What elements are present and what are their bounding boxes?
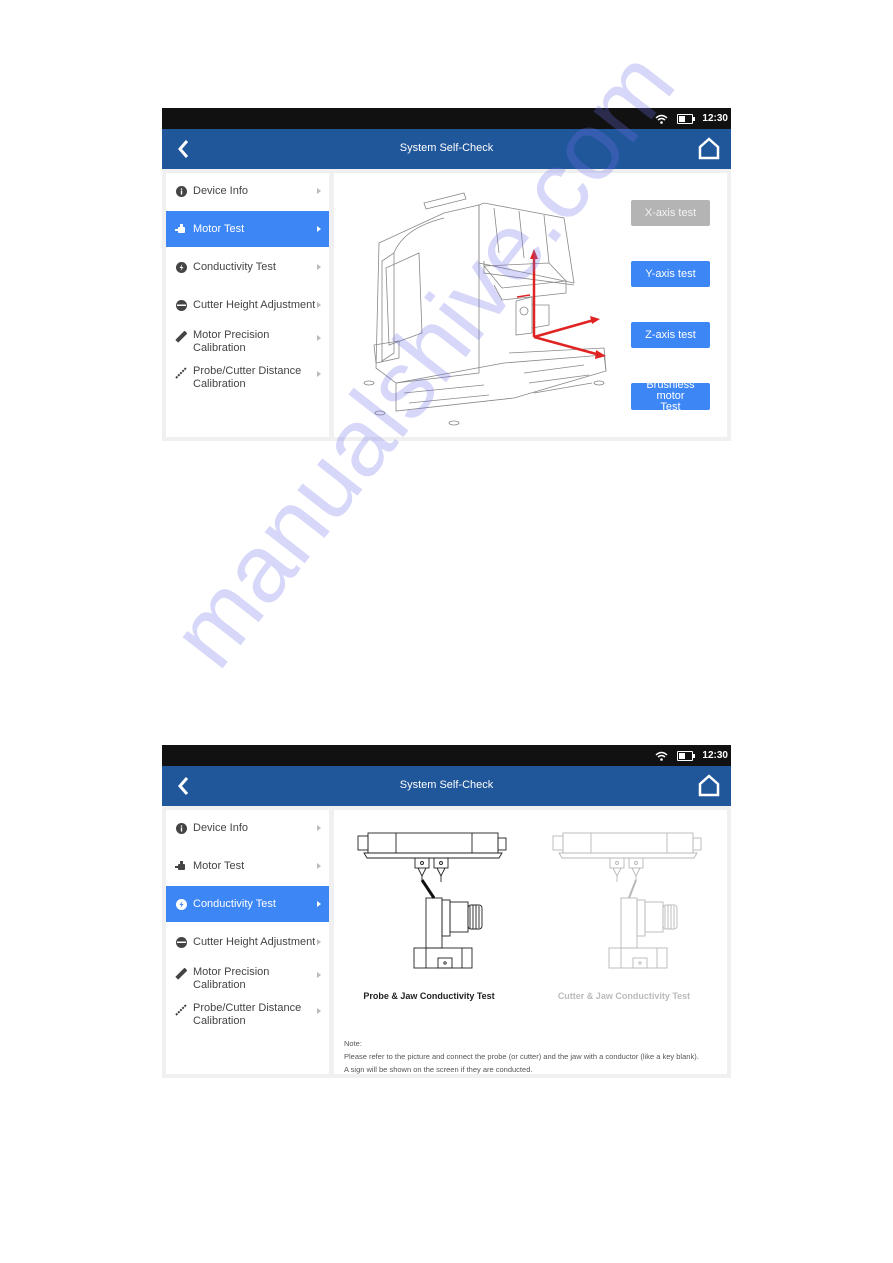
chevron-right-icon (317, 863, 321, 869)
note-line-1: Please refer to the picture and connect … (344, 1052, 699, 1061)
home-icon (698, 137, 720, 160)
motor-test-panel: X-axis test Y-axis test Z-axis test Brus… (334, 173, 727, 437)
x-axis-arrow (533, 335, 601, 357)
chevron-right-icon (317, 901, 321, 907)
sidebar-item-label: Conductivity Test (193, 260, 276, 273)
ruler-icon (175, 968, 187, 980)
motor-icon (175, 223, 187, 235)
sidebar-item-label: Cutter Height Adjustment (193, 935, 315, 948)
chevron-right-icon (317, 972, 321, 978)
sidebar-item-cutter-height-adjustment[interactable]: Cutter Height Adjustment (166, 924, 329, 960)
sidebar-item-label: Device Info (193, 821, 249, 834)
conductivity-test-panel: Probe & Jaw Conductivity Test Cutter & J… (334, 810, 727, 1074)
home-button[interactable] (697, 135, 721, 161)
sidebar-item-motor-precision-calibration[interactable]: Motor Precision Calibration (166, 325, 329, 363)
machine-window (385, 252, 423, 346)
chevron-right-icon (317, 335, 321, 341)
cutter-icon (175, 299, 187, 311)
chevron-right-icon (317, 188, 321, 194)
button-label: Brushless motor Test (646, 379, 695, 413)
page-title: System Self-Check (399, 779, 494, 791)
sidebar-item-cutter-height-adjustment[interactable]: Cutter Height Adjustment (166, 287, 329, 323)
sidebar-item-label: Probe/Cutter Distance Calibration (193, 1002, 302, 1027)
sidebar-item-label: Motor Test (193, 859, 245, 872)
info-icon (175, 185, 187, 197)
note-line-2: A sign will be shown on the screen if th… (344, 1065, 533, 1074)
machine-hood (478, 202, 575, 284)
conductivity-icon (175, 261, 187, 273)
sidebar-item-device-info[interactable]: Device Info (166, 810, 329, 846)
motor-test-screen: 12:30 System Self-Check Device Info Moto… (162, 108, 731, 441)
status-time: 12:30 (702, 113, 728, 124)
sidebar-item-label: Conductivity Test (193, 897, 276, 910)
wifi-icon (655, 114, 668, 124)
chevron-right-icon (317, 371, 321, 377)
page-title: System Self-Check (399, 142, 494, 154)
brushless-motor-test-button[interactable]: Brushless motor Test (631, 379, 710, 413)
rotation-arrow (516, 294, 531, 298)
battery-icon (677, 113, 696, 124)
chevron-right-icon (317, 264, 321, 270)
cutter-jaw-caption: Cutter & Jaw Conductivity Test (557, 991, 691, 1001)
home-button[interactable] (697, 772, 721, 798)
jaw-block (515, 296, 533, 336)
probe-jaw-illustration (357, 832, 507, 969)
probe-icon (175, 1004, 187, 1016)
chevron-right-icon (317, 939, 321, 945)
cutter-jaw-test-option[interactable]: Cutter & Jaw Conductivity Test (539, 818, 719, 1008)
cutter-jaw-illustration (552, 832, 702, 969)
status-bar: 12:30 (162, 745, 731, 766)
app-header: System Self-Check (162, 766, 731, 806)
sidebar-item-label: Device Info (193, 184, 249, 197)
conductivity-icon (175, 898, 187, 910)
sidebar-item-motor-test[interactable]: Motor Test (166, 211, 329, 247)
sidebar-item-label: Motor Test (193, 222, 245, 235)
sidebar-item-motor-precision-calibration[interactable]: Motor Precision Calibration (166, 962, 329, 1000)
machine-illustration (363, 192, 607, 426)
app-header: System Self-Check (162, 129, 731, 169)
sidebar-menu: Device Info Motor Test Conductivity Test… (166, 810, 329, 1074)
chevron-right-icon (317, 226, 321, 232)
y-axis-arrow (533, 318, 595, 339)
chevron-right-icon (317, 825, 321, 831)
sidebar-item-conductivity-test[interactable]: Conductivity Test (166, 886, 329, 922)
motor-icon (175, 860, 187, 872)
note-text: Note: Please refer to the picture and co… (344, 1037, 699, 1076)
wifi-icon (655, 751, 668, 761)
z-axis-test-button[interactable]: Z-axis test (631, 322, 710, 348)
cutter-icon (175, 936, 187, 948)
sidebar-item-probe-cutter-distance-calibration[interactable]: Probe/Cutter Distance Calibration (166, 998, 329, 1036)
status-time: 12:30 (702, 750, 728, 761)
probe-jaw-test-option[interactable]: Probe & Jaw Conductivity Test (344, 818, 524, 1008)
sidebar-item-motor-test[interactable]: Motor Test (166, 848, 329, 884)
battery-icon (677, 750, 696, 761)
conductivity-test-screen: 12:30 System Self-Check Device Info Moto… (162, 745, 731, 1078)
home-icon (698, 774, 720, 797)
info-icon (175, 822, 187, 834)
chevron-right-icon (317, 302, 321, 308)
x-axis-test-button[interactable]: X-axis test (631, 200, 710, 226)
sidebar-menu: Device Info Motor Test Conductivity Test… (166, 173, 329, 437)
ruler-icon (175, 331, 187, 343)
sidebar-item-probe-cutter-distance-calibration[interactable]: Probe/Cutter Distance Calibration (166, 361, 329, 399)
sidebar-item-device-info[interactable]: Device Info (166, 173, 329, 209)
sidebar-item-conductivity-test[interactable]: Conductivity Test (166, 249, 329, 285)
sidebar-item-label: Motor Precision Calibration (193, 966, 270, 991)
y-axis-test-button[interactable]: Y-axis test (631, 261, 710, 287)
chevron-right-icon (317, 1008, 321, 1014)
status-bar: 12:30 (162, 108, 731, 129)
sidebar-item-label: Probe/Cutter Distance Calibration (193, 365, 302, 390)
probe-jaw-caption: Probe & Jaw Conductivity Test (363, 991, 495, 1001)
sidebar-item-label: Motor Precision Calibration (193, 329, 270, 354)
machine-body (375, 204, 480, 384)
probe-icon (175, 367, 187, 379)
sidebar-item-label: Cutter Height Adjustment (193, 298, 315, 311)
note-title: Note: (344, 1039, 362, 1048)
base-tray (395, 354, 607, 412)
conductor-wire (420, 879, 436, 899)
